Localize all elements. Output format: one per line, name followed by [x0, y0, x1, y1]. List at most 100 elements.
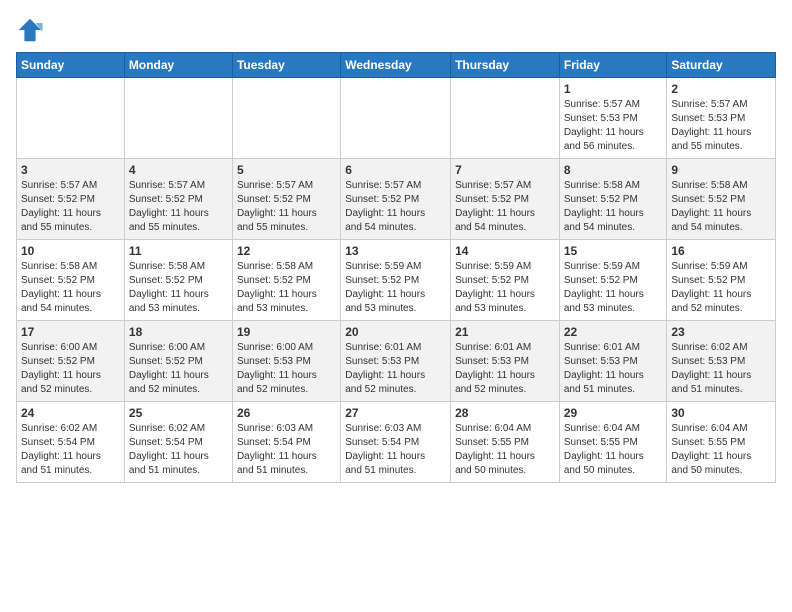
day-number: 30 [671, 406, 771, 420]
day-number: 23 [671, 325, 771, 339]
page: SundayMondayTuesdayWednesdayThursdayFrid… [0, 0, 792, 493]
calendar-day-4: 4 Sunrise: 5:57 AM Sunset: 5:52 PM Daylig… [124, 159, 232, 240]
calendar-empty [451, 78, 560, 159]
calendar-day-14: 14 Sunrise: 5:59 AM Sunset: 5:52 PM Dayli… [451, 240, 560, 321]
day-info: Sunrise: 5:57 AM Sunset: 5:52 PM Dayligh… [237, 179, 336, 235]
day-info: Sunrise: 5:58 AM Sunset: 5:52 PM Dayligh… [237, 260, 336, 316]
day-number: 26 [237, 406, 336, 420]
day-info: Sunrise: 6:01 AM Sunset: 5:53 PM Dayligh… [455, 341, 555, 397]
day-number: 13 [345, 244, 446, 258]
day-number: 21 [455, 325, 555, 339]
day-info: Sunrise: 5:57 AM Sunset: 5:52 PM Dayligh… [345, 179, 446, 235]
day-number: 24 [21, 406, 120, 420]
day-info: Sunrise: 6:00 AM Sunset: 5:52 PM Dayligh… [129, 341, 228, 397]
day-number: 10 [21, 244, 120, 258]
day-number: 3 [21, 163, 120, 177]
weekday-header-wednesday: Wednesday [341, 53, 451, 78]
day-info: Sunrise: 5:57 AM Sunset: 5:53 PM Dayligh… [671, 98, 771, 154]
day-number: 17 [21, 325, 120, 339]
day-info: Sunrise: 5:57 AM Sunset: 5:52 PM Dayligh… [129, 179, 228, 235]
day-number: 7 [455, 163, 555, 177]
calendar-header: SundayMondayTuesdayWednesdayThursdayFrid… [17, 53, 776, 78]
calendar-day-10: 10 Sunrise: 5:58 AM Sunset: 5:52 PM Dayli… [17, 240, 125, 321]
day-info: Sunrise: 6:01 AM Sunset: 5:53 PM Dayligh… [564, 341, 663, 397]
day-info: Sunrise: 5:58 AM Sunset: 5:52 PM Dayligh… [671, 179, 771, 235]
day-number: 22 [564, 325, 663, 339]
calendar-day-13: 13 Sunrise: 5:59 AM Sunset: 5:52 PM Dayli… [341, 240, 451, 321]
header [16, 16, 776, 44]
day-number: 6 [345, 163, 446, 177]
calendar-day-1: 1 Sunrise: 5:57 AM Sunset: 5:53 PM Daylig… [559, 78, 667, 159]
day-info: Sunrise: 6:04 AM Sunset: 5:55 PM Dayligh… [455, 422, 555, 478]
calendar-day-19: 19 Sunrise: 6:00 AM Sunset: 5:53 PM Dayli… [232, 321, 340, 402]
day-info: Sunrise: 5:59 AM Sunset: 5:52 PM Dayligh… [455, 260, 555, 316]
day-number: 16 [671, 244, 771, 258]
day-info: Sunrise: 5:59 AM Sunset: 5:52 PM Dayligh… [671, 260, 771, 316]
day-info: Sunrise: 6:04 AM Sunset: 5:55 PM Dayligh… [671, 422, 771, 478]
weekday-header-tuesday: Tuesday [232, 53, 340, 78]
calendar-day-3: 3 Sunrise: 5:57 AM Sunset: 5:52 PM Daylig… [17, 159, 125, 240]
calendar-day-5: 5 Sunrise: 5:57 AM Sunset: 5:52 PM Daylig… [232, 159, 340, 240]
day-info: Sunrise: 5:58 AM Sunset: 5:52 PM Dayligh… [21, 260, 120, 316]
weekday-header-friday: Friday [559, 53, 667, 78]
calendar-day-6: 6 Sunrise: 5:57 AM Sunset: 5:52 PM Daylig… [341, 159, 451, 240]
calendar-week-row: 17 Sunrise: 6:00 AM Sunset: 5:52 PM Dayli… [17, 321, 776, 402]
calendar-day-15: 15 Sunrise: 5:59 AM Sunset: 5:52 PM Dayli… [559, 240, 667, 321]
calendar-week-row: 1 Sunrise: 5:57 AM Sunset: 5:53 PM Daylig… [17, 78, 776, 159]
calendar-day-7: 7 Sunrise: 5:57 AM Sunset: 5:52 PM Daylig… [451, 159, 560, 240]
calendar-day-24: 24 Sunrise: 6:02 AM Sunset: 5:54 PM Dayli… [17, 402, 125, 483]
day-info: Sunrise: 5:57 AM Sunset: 5:53 PM Dayligh… [564, 98, 663, 154]
calendar-day-17: 17 Sunrise: 6:00 AM Sunset: 5:52 PM Dayli… [17, 321, 125, 402]
weekday-header-thursday: Thursday [451, 53, 560, 78]
calendar-day-27: 27Sunrise: 6:03 AM Sunset: 5:54 PM Dayli… [341, 402, 451, 483]
calendar-body: 1 Sunrise: 5:57 AM Sunset: 5:53 PM Daylig… [17, 78, 776, 483]
weekday-row: SundayMondayTuesdayWednesdayThursdayFrid… [17, 53, 776, 78]
calendar-day-8: 8Sunrise: 5:58 AM Sunset: 5:52 PM Daylig… [559, 159, 667, 240]
calendar-day-29: 29 Sunrise: 6:04 AM Sunset: 5:55 PM Dayli… [559, 402, 667, 483]
day-number: 27 [345, 406, 446, 420]
day-number: 19 [237, 325, 336, 339]
day-info: Sunrise: 6:01 AM Sunset: 5:53 PM Dayligh… [345, 341, 446, 397]
day-number: 2 [671, 82, 771, 96]
day-info: Sunrise: 6:02 AM Sunset: 5:54 PM Dayligh… [21, 422, 120, 478]
logo-icon [16, 16, 44, 44]
day-info: Sunrise: 5:59 AM Sunset: 5:52 PM Dayligh… [345, 260, 446, 316]
calendar-day-9: 9 Sunrise: 5:58 AM Sunset: 5:52 PM Daylig… [667, 159, 776, 240]
calendar-day-11: 11Sunrise: 5:58 AM Sunset: 5:52 PM Dayli… [124, 240, 232, 321]
calendar-day-20: 20 Sunrise: 6:01 AM Sunset: 5:53 PM Dayli… [341, 321, 451, 402]
day-number: 20 [345, 325, 446, 339]
day-info: Sunrise: 5:59 AM Sunset: 5:52 PM Dayligh… [564, 260, 663, 316]
calendar-day-21: 21 Sunrise: 6:01 AM Sunset: 5:53 PM Dayli… [451, 321, 560, 402]
day-info: Sunrise: 6:00 AM Sunset: 5:52 PM Dayligh… [21, 341, 120, 397]
calendar-day-12: 12 Sunrise: 5:58 AM Sunset: 5:52 PM Dayli… [232, 240, 340, 321]
calendar-empty [232, 78, 340, 159]
day-number: 5 [237, 163, 336, 177]
calendar-day-26: 26Sunrise: 6:03 AM Sunset: 5:54 PM Dayli… [232, 402, 340, 483]
calendar-week-row: 10 Sunrise: 5:58 AM Sunset: 5:52 PM Dayli… [17, 240, 776, 321]
day-info: Sunrise: 5:57 AM Sunset: 5:52 PM Dayligh… [21, 179, 120, 235]
weekday-header-saturday: Saturday [667, 53, 776, 78]
calendar-week-row: 3 Sunrise: 5:57 AM Sunset: 5:52 PM Daylig… [17, 159, 776, 240]
day-number: 1 [564, 82, 663, 96]
day-info: Sunrise: 5:57 AM Sunset: 5:52 PM Dayligh… [455, 179, 555, 235]
day-number: 18 [129, 325, 228, 339]
day-number: 15 [564, 244, 663, 258]
calendar-week-row: 24 Sunrise: 6:02 AM Sunset: 5:54 PM Dayli… [17, 402, 776, 483]
calendar-table: SundayMondayTuesdayWednesdayThursdayFrid… [16, 52, 776, 483]
weekday-header-sunday: Sunday [17, 53, 125, 78]
day-number: 29 [564, 406, 663, 420]
day-info: Sunrise: 6:02 AM Sunset: 5:53 PM Dayligh… [671, 341, 771, 397]
day-number: 12 [237, 244, 336, 258]
day-info: Sunrise: 5:58 AM Sunset: 5:52 PM Dayligh… [129, 260, 228, 316]
day-number: 8 [564, 163, 663, 177]
calendar-day-18: 18 Sunrise: 6:00 AM Sunset: 5:52 PM Dayli… [124, 321, 232, 402]
logo [16, 16, 48, 44]
day-number: 14 [455, 244, 555, 258]
calendar-day-28: 28Sunrise: 6:04 AM Sunset: 5:55 PM Dayli… [451, 402, 560, 483]
day-number: 9 [671, 163, 771, 177]
day-info: Sunrise: 6:02 AM Sunset: 5:54 PM Dayligh… [129, 422, 228, 478]
day-info: Sunrise: 6:00 AM Sunset: 5:53 PM Dayligh… [237, 341, 336, 397]
day-info: Sunrise: 6:04 AM Sunset: 5:55 PM Dayligh… [564, 422, 663, 478]
day-number: 4 [129, 163, 228, 177]
calendar-day-30: 30 Sunrise: 6:04 AM Sunset: 5:55 PM Dayli… [667, 402, 776, 483]
